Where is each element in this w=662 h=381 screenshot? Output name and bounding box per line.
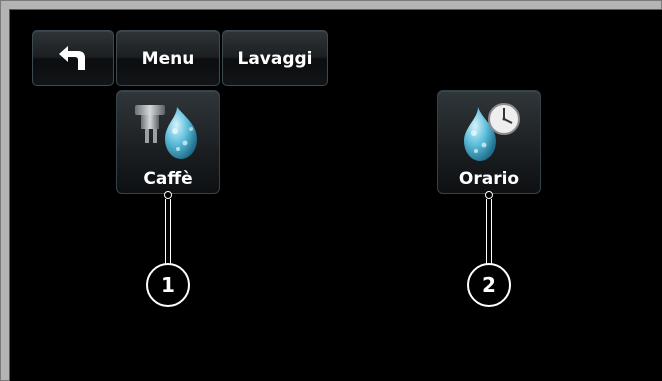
orario-tile-label: Orario: [458, 169, 520, 189]
lavaggi-button[interactable]: Lavaggi: [222, 30, 328, 86]
callout-1-anchor: [164, 191, 172, 199]
back-arrow-icon: [59, 46, 85, 70]
orario-wash-tile[interactable]: Orario: [437, 90, 541, 194]
device-frame: Menu Lavaggi Caffè Orario 1 2: [0, 0, 662, 381]
callout-1-marker: 1: [146, 263, 190, 307]
caffe-tile-label: Caffè: [143, 169, 193, 189]
callout-2-line: [486, 199, 492, 264]
display-screen: Menu Lavaggi Caffè Orario 1 2: [9, 9, 662, 381]
callout-2-marker: 2: [467, 263, 511, 307]
timed-wash-clock-icon: [464, 103, 520, 161]
back-button[interactable]: [32, 30, 114, 86]
menu-button[interactable]: Menu: [116, 30, 220, 86]
coffee-group-wash-icon: [135, 105, 197, 159]
callout-1-line: [165, 199, 171, 264]
callout-2-anchor: [485, 191, 493, 199]
caffe-wash-tile[interactable]: Caffè: [116, 90, 220, 194]
